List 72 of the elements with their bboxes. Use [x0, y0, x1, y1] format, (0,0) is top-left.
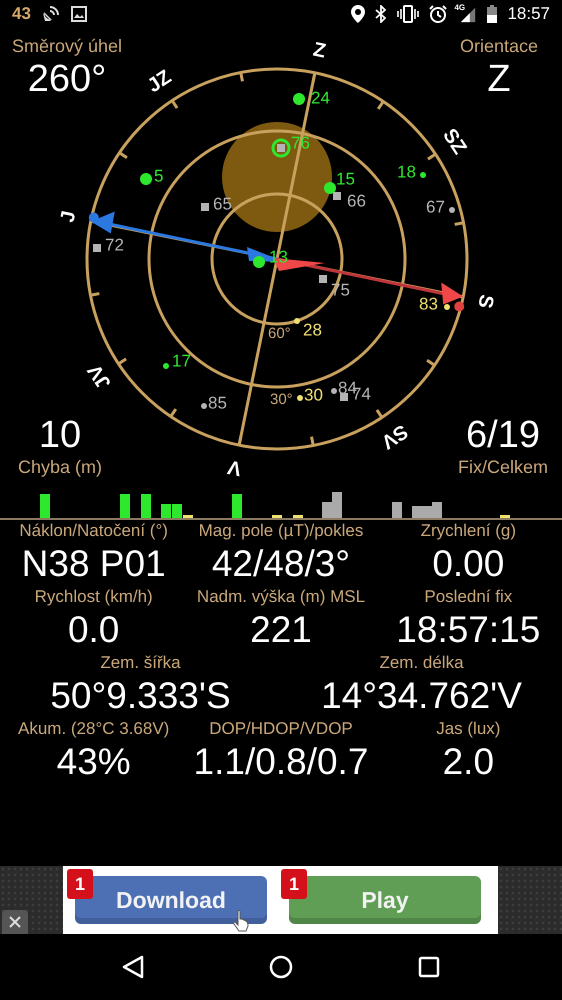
battery-icon [487, 5, 498, 23]
reading-value: 50°9.333'S [50, 674, 231, 718]
reading-value: N38 P01 [22, 542, 166, 586]
vibrate-icon [397, 5, 420, 23]
image-icon [70, 6, 87, 22]
satellite-number: 66 [347, 191, 366, 210]
count-badge: 1 [281, 869, 307, 899]
reading-label: Zem. šířka [100, 652, 181, 674]
reading-value: 221 [250, 608, 312, 652]
compass-label: J [56, 208, 80, 224]
compass-label: JV [84, 360, 116, 393]
reading-label: DOP/HDOP/VDOP [209, 718, 353, 740]
satellite-number: 65 [213, 194, 232, 214]
reading-label: Nadm. výška (m) MSL [196, 586, 366, 608]
satellite-number: 83 [419, 294, 438, 314]
network-type-label: 4G [454, 3, 466, 12]
compass-label: V [226, 455, 244, 480]
heading-label: Směrový úhel [12, 36, 122, 57]
fix-count-label: Fix/Celkem [458, 457, 548, 478]
reading-label: Akum. (28°C 3.68V) [18, 718, 170, 740]
reading-value: 2.0 [442, 740, 494, 784]
satellite-number: 15 [336, 169, 355, 188]
orientation-label: Orientace [460, 36, 538, 57]
home-icon [268, 955, 293, 979]
satellite-number: 76 [291, 133, 310, 152]
reading-value: 18:57:15 [396, 608, 540, 652]
reading-label: Zrychlení (g) [420, 520, 516, 542]
reading-value: 0.00 [432, 542, 504, 586]
heading-value: 260° [28, 57, 106, 101]
satellite-number: 24 [311, 88, 330, 108]
compass-label: Z [311, 38, 328, 63]
satellite-number: 13 [269, 247, 288, 266]
elevation-label: 60° [268, 325, 291, 342]
reading-value: 43% [56, 740, 131, 784]
error-value: 10 [38, 413, 82, 457]
satellite-number: 5 [154, 166, 164, 186]
elevation-label: 30° [270, 391, 293, 408]
reading-value: 1.1/0.8/0.7 [194, 740, 368, 784]
error-label: Chyba (m) [18, 457, 102, 478]
satellite-number: 72 [105, 235, 124, 254]
reading-label: Zem. délka [379, 652, 464, 674]
reading-value: 0.0 [68, 608, 120, 652]
clock-time: 18:57 [507, 4, 550, 24]
reading-label: Náklon/Natočení (°) [19, 520, 168, 542]
count-badge: 1 [67, 869, 93, 899]
compass-label: SZ [438, 124, 471, 158]
alarm-icon [429, 5, 448, 23]
close-button[interactable] [2, 910, 28, 934]
satellite-number: 30 [304, 385, 323, 404]
close-icon [9, 916, 21, 928]
satellite-number: 67 [426, 197, 445, 216]
reading-label: Rychlost (km/h) [34, 586, 153, 608]
reading-label: Jas (lux) [436, 718, 500, 740]
compass-label: SV [377, 420, 412, 453]
compass-label: S [473, 292, 498, 310]
orientation-value: Z [487, 57, 511, 101]
satellite-dish-icon [40, 5, 61, 23]
satellite-number: 85 [208, 393, 227, 412]
fix-count-value: 6/19 [466, 413, 540, 457]
back-icon [122, 955, 144, 979]
location-pin-icon [351, 5, 366, 23]
reading-label: Mag. pole (µT)/pokles [198, 520, 364, 542]
satellite-number: 28 [303, 320, 322, 340]
reading-value: 42/48/3° [212, 542, 350, 586]
notification-count: 43 [12, 4, 31, 24]
reading-value: 14°34.762'V [321, 674, 522, 718]
compass-label: JZ [144, 66, 176, 98]
satellite-number: 18 [397, 162, 416, 182]
recent-apps-icon [418, 956, 440, 978]
reading-label: Poslední fix [424, 586, 512, 608]
satellite-number: 17 [172, 351, 191, 370]
bluetooth-icon [375, 5, 388, 23]
